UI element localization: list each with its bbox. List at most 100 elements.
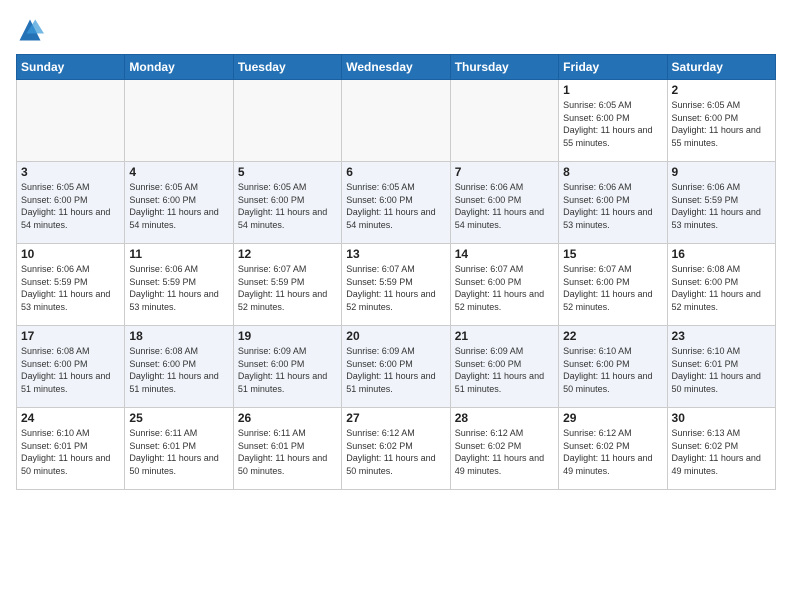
calendar-cell: 21 Sunrise: 6:09 AMSunset: 6:00 PMDayligh… xyxy=(450,326,558,408)
calendar-cell: 29 Sunrise: 6:12 AMSunset: 6:02 PMDayligh… xyxy=(559,408,667,490)
day-info: Sunrise: 6:07 AMSunset: 6:00 PMDaylight:… xyxy=(563,263,662,313)
day-info: Sunrise: 6:08 AMSunset: 6:00 PMDaylight:… xyxy=(672,263,771,313)
calendar-week-row: 24 Sunrise: 6:10 AMSunset: 6:01 PMDayligh… xyxy=(17,408,776,490)
day-info: Sunrise: 6:06 AMSunset: 5:59 PMDaylight:… xyxy=(21,263,120,313)
calendar-cell: 11Sunrise: 6:06 AMSunset: 5:59 PMDayligh… xyxy=(125,244,233,326)
calendar-week-row: 3 Sunrise: 6:05 AMSunset: 6:00 PMDaylight… xyxy=(17,162,776,244)
day-info: Sunrise: 6:11 AMSunset: 6:01 PMDaylight:… xyxy=(238,427,337,477)
calendar-cell: 16Sunrise: 6:08 AMSunset: 6:00 PMDayligh… xyxy=(667,244,775,326)
day-number: 10 xyxy=(21,247,120,261)
page: SundayMondayTuesdayWednesdayThursdayFrid… xyxy=(0,0,792,612)
calendar-day-header: Wednesday xyxy=(342,55,450,80)
calendar-week-row: 10 Sunrise: 6:06 AMSunset: 5:59 PMDayligh… xyxy=(17,244,776,326)
day-info: Sunrise: 6:06 AMSunset: 5:59 PMDaylight:… xyxy=(672,181,771,231)
day-info: Sunrise: 6:11 AMSunset: 6:01 PMDaylight:… xyxy=(129,427,228,477)
day-number: 14 xyxy=(455,247,554,261)
calendar-cell: 28Sunrise: 6:12 AMSunset: 6:02 PMDayligh… xyxy=(450,408,558,490)
day-number: 19 xyxy=(238,329,337,343)
day-number: 30 xyxy=(672,411,771,425)
day-number: 9 xyxy=(672,165,771,179)
calendar-cell: 1 Sunrise: 6:05 AMSunset: 6:00 PMDaylight… xyxy=(559,80,667,162)
logo xyxy=(16,16,48,44)
day-info: Sunrise: 6:10 AMSunset: 6:01 PMDaylight:… xyxy=(21,427,120,477)
day-info: Sunrise: 6:07 AMSunset: 5:59 PMDaylight:… xyxy=(346,263,445,313)
day-number: 23 xyxy=(672,329,771,343)
day-number: 17 xyxy=(21,329,120,343)
calendar-cell: 17 Sunrise: 6:08 AMSunset: 6:00 PMDayligh… xyxy=(17,326,125,408)
day-number: 7 xyxy=(455,165,554,179)
day-info: Sunrise: 6:08 AMSunset: 6:00 PMDaylight:… xyxy=(129,345,228,395)
day-number: 6 xyxy=(346,165,445,179)
calendar-cell xyxy=(233,80,341,162)
day-info: Sunrise: 6:08 AMSunset: 6:00 PMDaylight:… xyxy=(21,345,120,395)
calendar-cell: 20 Sunrise: 6:09 AMSunset: 6:00 PMDayligh… xyxy=(342,326,450,408)
calendar-cell: 19Sunrise: 6:09 AMSunset: 6:00 PMDayligh… xyxy=(233,326,341,408)
day-number: 8 xyxy=(563,165,662,179)
day-info: Sunrise: 6:05 AMSunset: 6:00 PMDaylight:… xyxy=(346,181,445,231)
calendar-cell: 7 Sunrise: 6:06 AMSunset: 6:00 PMDaylight… xyxy=(450,162,558,244)
calendar-cell: 8 Sunrise: 6:06 AMSunset: 6:00 PMDaylight… xyxy=(559,162,667,244)
day-number: 12 xyxy=(238,247,337,261)
day-number: 22 xyxy=(563,329,662,343)
day-number: 13 xyxy=(346,247,445,261)
day-number: 1 xyxy=(563,83,662,97)
calendar-week-row: 1 Sunrise: 6:05 AMSunset: 6:00 PMDaylight… xyxy=(17,80,776,162)
day-number: 26 xyxy=(238,411,337,425)
day-number: 28 xyxy=(455,411,554,425)
day-info: Sunrise: 6:12 AMSunset: 6:02 PMDaylight:… xyxy=(563,427,662,477)
calendar-cell xyxy=(342,80,450,162)
day-number: 3 xyxy=(21,165,120,179)
day-info: Sunrise: 6:05 AMSunset: 6:00 PMDaylight:… xyxy=(129,181,228,231)
day-info: Sunrise: 6:10 AMSunset: 6:00 PMDaylight:… xyxy=(563,345,662,395)
day-info: Sunrise: 6:07 AMSunset: 6:00 PMDaylight:… xyxy=(455,263,554,313)
calendar-cell: 12 Sunrise: 6:07 AMSunset: 5:59 PMDayligh… xyxy=(233,244,341,326)
calendar-cell: 6 Sunrise: 6:05 AMSunset: 6:00 PMDaylight… xyxy=(342,162,450,244)
day-info: Sunrise: 6:07 AMSunset: 5:59 PMDaylight:… xyxy=(238,263,337,313)
logo-icon xyxy=(16,16,44,44)
calendar-day-header: Thursday xyxy=(450,55,558,80)
day-number: 5 xyxy=(238,165,337,179)
calendar-day-header: Sunday xyxy=(17,55,125,80)
day-number: 21 xyxy=(455,329,554,343)
calendar-week-row: 17 Sunrise: 6:08 AMSunset: 6:00 PMDayligh… xyxy=(17,326,776,408)
day-info: Sunrise: 6:05 AMSunset: 6:00 PMDaylight:… xyxy=(563,99,662,149)
calendar-cell: 10 Sunrise: 6:06 AMSunset: 5:59 PMDayligh… xyxy=(17,244,125,326)
day-number: 2 xyxy=(672,83,771,97)
day-info: Sunrise: 6:06 AMSunset: 6:00 PMDaylight:… xyxy=(455,181,554,231)
calendar-day-header: Friday xyxy=(559,55,667,80)
calendar-cell xyxy=(450,80,558,162)
day-info: Sunrise: 6:09 AMSunset: 6:00 PMDaylight:… xyxy=(455,345,554,395)
calendar-cell: 9 Sunrise: 6:06 AMSunset: 5:59 PMDaylight… xyxy=(667,162,775,244)
calendar-cell xyxy=(125,80,233,162)
calendar-day-header: Tuesday xyxy=(233,55,341,80)
day-number: 24 xyxy=(21,411,120,425)
calendar-cell: 3 Sunrise: 6:05 AMSunset: 6:00 PMDaylight… xyxy=(17,162,125,244)
day-info: Sunrise: 6:05 AMSunset: 6:00 PMDaylight:… xyxy=(238,181,337,231)
calendar-cell: 23Sunrise: 6:10 AMSunset: 6:01 PMDayligh… xyxy=(667,326,775,408)
calendar-cell: 2 Sunrise: 6:05 AMSunset: 6:00 PMDaylight… xyxy=(667,80,775,162)
day-info: Sunrise: 6:05 AMSunset: 6:00 PMDaylight:… xyxy=(672,99,771,149)
calendar-cell: 22 Sunrise: 6:10 AMSunset: 6:00 PMDayligh… xyxy=(559,326,667,408)
day-info: Sunrise: 6:09 AMSunset: 6:00 PMDaylight:… xyxy=(346,345,445,395)
day-number: 4 xyxy=(129,165,228,179)
calendar-cell: 13 Sunrise: 6:07 AMSunset: 5:59 PMDayligh… xyxy=(342,244,450,326)
calendar-day-header: Saturday xyxy=(667,55,775,80)
calendar-day-header: Monday xyxy=(125,55,233,80)
day-number: 20 xyxy=(346,329,445,343)
day-info: Sunrise: 6:06 AMSunset: 6:00 PMDaylight:… xyxy=(563,181,662,231)
day-number: 15 xyxy=(563,247,662,261)
day-number: 27 xyxy=(346,411,445,425)
day-number: 18 xyxy=(129,329,228,343)
day-number: 11 xyxy=(129,247,228,261)
calendar-header-row: SundayMondayTuesdayWednesdayThursdayFrid… xyxy=(17,55,776,80)
calendar-cell: 4 Sunrise: 6:05 AMSunset: 6:00 PMDaylight… xyxy=(125,162,233,244)
calendar-cell: 18 Sunrise: 6:08 AMSunset: 6:00 PMDayligh… xyxy=(125,326,233,408)
calendar-cell: 14 Sunrise: 6:07 AMSunset: 6:00 PMDayligh… xyxy=(450,244,558,326)
calendar-cell: 24 Sunrise: 6:10 AMSunset: 6:01 PMDayligh… xyxy=(17,408,125,490)
calendar: SundayMondayTuesdayWednesdayThursdayFrid… xyxy=(16,54,776,490)
day-info: Sunrise: 6:12 AMSunset: 6:02 PMDaylight:… xyxy=(346,427,445,477)
header xyxy=(16,16,776,44)
day-number: 29 xyxy=(563,411,662,425)
calendar-cell: 25Sunrise: 6:11 AMSunset: 6:01 PMDayligh… xyxy=(125,408,233,490)
day-info: Sunrise: 6:05 AMSunset: 6:00 PMDaylight:… xyxy=(21,181,120,231)
